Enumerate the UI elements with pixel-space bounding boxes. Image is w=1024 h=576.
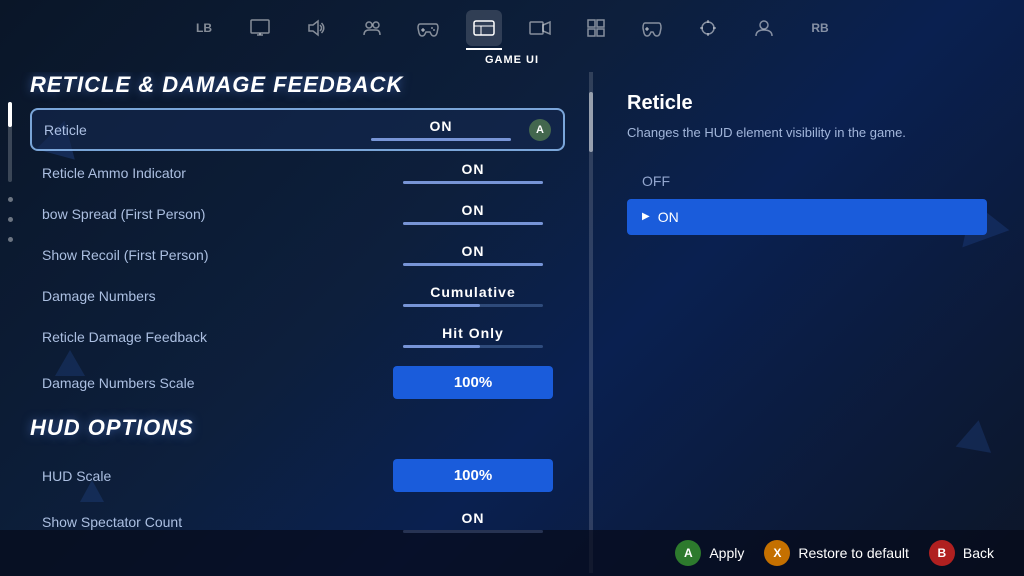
restore-button[interactable]: X Restore to default — [764, 540, 909, 566]
setting-damage-scale-label: Damage Numbers Scale — [42, 375, 393, 391]
nav-lb[interactable]: LB — [186, 10, 222, 46]
panel-divider — [589, 72, 593, 573]
restore-button-label: Restore to default — [798, 545, 909, 561]
info-description: Changes the HUD element visibility in th… — [627, 123, 987, 143]
nav-controller[interactable] — [634, 10, 670, 46]
back-button-icon: B — [929, 540, 955, 566]
restore-button-icon: X — [764, 540, 790, 566]
nav-gameui[interactable] — [466, 10, 502, 46]
setting-damage-scale-value-btn[interactable]: 100% — [393, 366, 553, 399]
setting-show-recoil-label: Show Recoil (First Person) — [42, 247, 393, 263]
setting-reticle-ammo-label: Reticle Ammo Indicator — [42, 165, 393, 181]
setting-show-recoil[interactable]: Show Recoil (First Person) ON — [30, 235, 565, 274]
setting-show-spread[interactable]: bow Spread (First Person) ON — [30, 194, 565, 233]
top-nav: LB RB — [0, 0, 1024, 68]
section1-title: RETICLE & DAMAGE FEEDBACK — [30, 72, 565, 98]
nav-video[interactable] — [522, 10, 558, 46]
apply-button-label: Apply — [709, 545, 744, 561]
nav-grid[interactable] — [578, 10, 614, 46]
setting-hud-scale-label: HUD Scale — [42, 468, 393, 484]
info-title: Reticle — [627, 92, 987, 115]
bottom-bar: A Apply X Restore to default B Back — [0, 530, 1024, 576]
nav-profile[interactable] — [746, 10, 782, 46]
setting-reticle[interactable]: Reticle ON A — [30, 108, 565, 151]
nav-audio[interactable] — [298, 10, 334, 46]
nav-gamepad[interactable] — [410, 10, 446, 46]
setting-spectator-count-value: ON — [462, 510, 485, 526]
setting-reticle-feedback-label: Reticle Damage Feedback — [42, 329, 393, 345]
settings-panel: RETICLE & DAMAGE FEEDBACK Reticle ON A R… — [20, 72, 585, 573]
setting-hud-scale[interactable]: HUD Scale 100% — [30, 451, 565, 500]
setting-show-recoil-value: ON — [462, 243, 485, 259]
info-panel: Reticle Changes the HUD element visibili… — [597, 72, 1017, 573]
setting-hud-scale-value-btn[interactable]: 100% — [393, 459, 553, 492]
setting-damage-numbers[interactable]: Damage Numbers Cumulative — [30, 276, 565, 315]
option-on[interactable]: ON — [627, 199, 987, 235]
apply-button-icon: A — [675, 540, 701, 566]
setting-reticle-ammo-value: ON — [462, 161, 485, 177]
option-dropdown: OFF ON — [627, 163, 987, 235]
apply-button[interactable]: A Apply — [675, 540, 744, 566]
setting-reticle-value: ON — [430, 118, 453, 134]
setting-show-spread-label: bow Spread (First Person) — [42, 206, 393, 222]
setting-reticle-feedback-value: Hit Only — [442, 325, 504, 341]
nav-social[interactable] — [354, 10, 390, 46]
setting-reticle-ammo[interactable]: Reticle Ammo Indicator ON — [30, 153, 565, 192]
nav-crosshair[interactable] — [690, 10, 726, 46]
nav-display[interactable] — [242, 10, 278, 46]
setting-reticle-feedback[interactable]: Reticle Damage Feedback Hit Only — [30, 317, 565, 356]
setting-show-spread-value: ON — [462, 202, 485, 218]
sidebar-scroll — [0, 72, 20, 573]
setting-spectator-count-label: Show Spectator Count — [42, 514, 393, 530]
setting-reticle-label: Reticle — [44, 122, 361, 138]
a-button-indicator: A — [529, 119, 551, 141]
back-button[interactable]: B Back — [929, 540, 994, 566]
section2-title: HUD OPTIONS — [30, 415, 565, 441]
back-button-label: Back — [963, 545, 994, 561]
setting-damage-scale[interactable]: Damage Numbers Scale 100% — [30, 358, 565, 407]
nav-rb[interactable]: RB — [802, 10, 838, 46]
option-off[interactable]: OFF — [627, 163, 987, 199]
nav-active-label: GAME UI — [485, 54, 539, 70]
setting-damage-numbers-label: Damage Numbers — [42, 288, 393, 304]
setting-damage-numbers-value: Cumulative — [430, 284, 515, 300]
